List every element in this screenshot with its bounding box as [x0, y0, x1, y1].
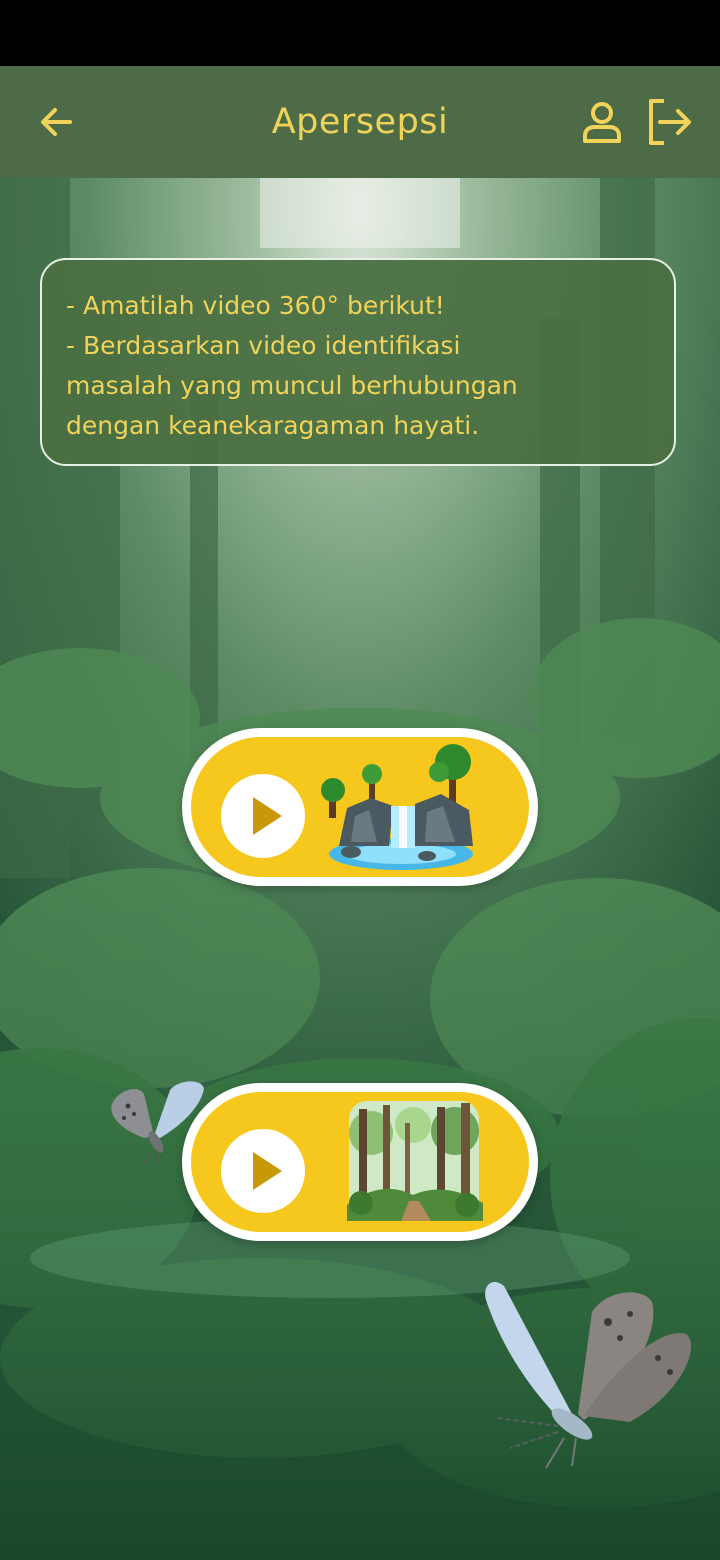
forest-illustration — [347, 1101, 483, 1221]
instruction-line: - Berdasarkan video identifikasi — [66, 331, 461, 360]
logout-button[interactable] — [636, 90, 700, 154]
play-icon — [221, 1129, 305, 1213]
arrow-left-icon — [41, 108, 72, 136]
instruction-line: dengan keanekaragaman hayati. — [66, 411, 480, 440]
user-icon — [583, 102, 621, 143]
status-bar — [0, 0, 720, 66]
instruction-line: masalah yang muncul berhubungan — [66, 371, 518, 400]
profile-button[interactable] — [570, 90, 634, 154]
instruction-card: - Amatilah video 360° berikut! - Berdasa… — [40, 258, 676, 466]
back-button[interactable] — [24, 90, 88, 154]
butterfly-illustration — [111, 1081, 204, 1167]
video-360-forest-button[interactable] — [182, 1083, 538, 1241]
play-icon — [221, 774, 305, 858]
instruction-line: - Amatilah video 360° berikut! — [66, 291, 445, 320]
logout-icon — [649, 99, 691, 145]
page-title: Apersepsi — [271, 102, 449, 142]
video-360-waterfall-button[interactable] — [182, 728, 538, 886]
butterfly-illustration — [485, 1281, 692, 1469]
apersepsi-screen: Apersepsi - Amatilah video 360° berikut!… — [0, 0, 720, 1560]
waterfall-illustration — [321, 744, 473, 870]
